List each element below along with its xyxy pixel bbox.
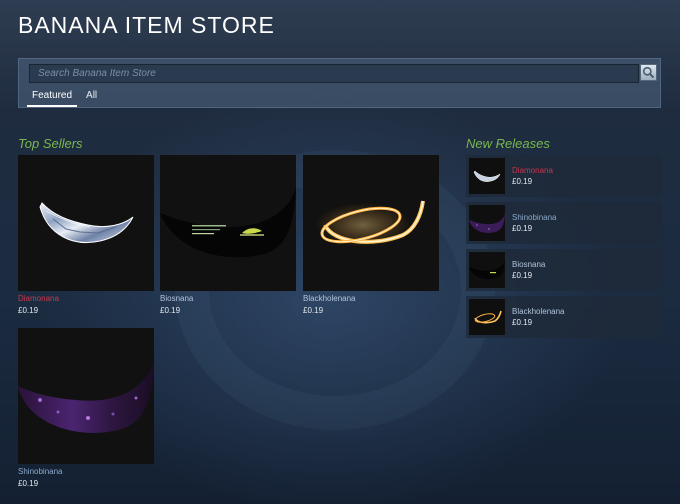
item-card-diamonana[interactable]: Diamonana £0.19 [18,155,154,316]
blackhole-banana-thumb [469,299,505,335]
item-name: Diamonana [512,166,553,175]
item-name: Diamonana [18,294,59,303]
item-price: £0.19 [18,306,39,315]
item-price: £0.19 [512,271,533,280]
release-item-biosnana[interactable]: Biosnana £0.19 [466,249,662,291]
item-name: Shinobinana [512,213,557,222]
item-card-shinobinana[interactable]: Shinobinana £0.19 [18,328,154,489]
item-name: Biosnana [512,260,546,269]
magnifier-icon [642,66,655,79]
top-sellers-title: Top Sellers [18,136,83,151]
blackhole-banana-image [303,155,439,291]
item-name: Blackholenana [512,307,565,316]
item-card-blackholenana[interactable]: Blackholenana £0.19 [303,155,439,316]
store-tabs: Featured All [27,87,106,107]
item-price: £0.19 [512,318,533,327]
new-releases-title: New Releases [466,136,550,151]
bio-banana-image [160,155,296,291]
shinobi-banana-image [18,328,154,464]
diamond-banana-image [18,155,154,291]
item-name: Blackholenana [303,294,356,303]
bio-banana-thumb [469,252,505,288]
item-card-biosnana[interactable]: Biosnana £0.19 [160,155,296,316]
item-price: £0.19 [160,306,181,315]
item-price: £0.19 [512,224,533,233]
item-name: Biosnana [160,294,194,303]
search-panel: Featured All [18,58,661,108]
search-input[interactable] [29,64,639,83]
store-title: BANANA ITEM STORE [18,12,275,38]
item-price: £0.19 [512,177,533,186]
shinobi-banana-thumb [469,205,505,241]
diamond-banana-thumb [469,158,505,194]
release-item-diamonana[interactable]: Diamonana £0.19 [466,155,662,197]
search-button[interactable] [640,64,657,81]
tab-all[interactable]: All [81,87,102,107]
item-name: Shinobinana [18,467,63,476]
release-item-shinobinana[interactable]: Shinobinana £0.19 [466,202,662,244]
item-price: £0.19 [303,306,324,315]
release-item-blackholenana[interactable]: Blackholenana £0.19 [466,296,662,338]
tab-featured[interactable]: Featured [27,87,78,107]
item-price: £0.19 [18,479,39,488]
